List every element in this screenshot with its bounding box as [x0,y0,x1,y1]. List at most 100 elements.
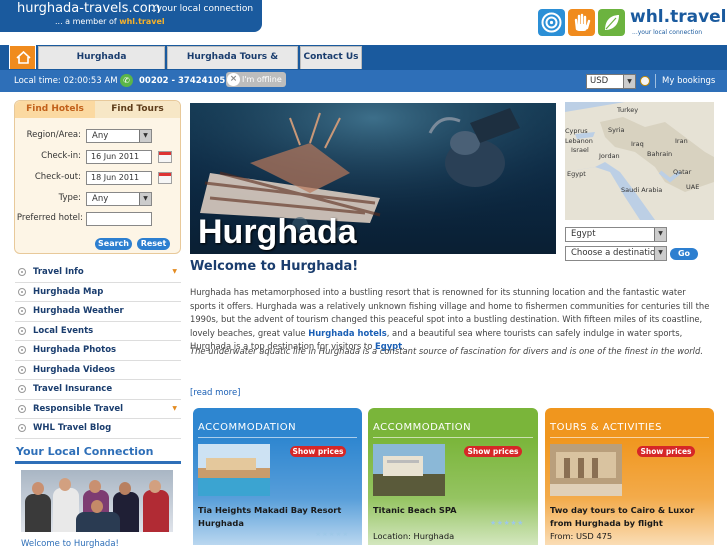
local-time: Local time: 02:00:53 AM [14,76,118,86]
info-bar: Local time: 02:00:53 AM ✆ 00202 - 374241… [0,70,727,92]
chevron-down-icon: ▼ [139,193,151,205]
bullet-icon [18,268,26,276]
dropdown-arrow-icon[interactable]: ▼ [172,263,177,281]
rating-stars: ★★★★★ [315,530,349,538]
clock-icon [640,76,650,86]
offline-label: I'm offline [242,75,282,84]
swirl-icon [538,9,565,36]
chat-offline-button[interactable]: × I'm offline [226,72,286,87]
sidebar-item-label: Local Events [33,325,94,336]
reset-button[interactable]: Reset [137,238,170,250]
tab-find-hotels[interactable]: Find Hotels [15,101,95,118]
leaf-icon [598,9,625,36]
site-name[interactable]: hurghada-travels.com [17,1,160,16]
card-title[interactable]: Two day tours to Cairo & Luxor from Hurg… [550,504,714,530]
sidebar-item-hurghada-weather[interactable]: Hurghada Weather [15,302,181,322]
close-icon: × [227,73,240,86]
map-label-iran[interactable]: Iran [675,137,688,145]
brand-name: whl.travel [630,7,727,27]
map-label-jordan[interactable]: Jordan [599,152,620,160]
tab-find-tours[interactable]: Find Tours [95,101,180,118]
checkout-label: Check-out: [34,172,81,182]
preferred-hotel-label: Preferred hotel: [16,213,83,223]
calendar-icon[interactable] [158,172,172,184]
map-label-uae[interactable]: UAE [686,183,699,191]
chevron-down-icon: ▼ [654,228,666,241]
resort-photo [198,444,270,496]
map-graphic [565,102,714,220]
sidebar-item-label: WHL Travel Blog [33,423,112,433]
my-bookings-link[interactable]: My bookings [662,76,715,86]
map-label-turkey[interactable]: Turkey [617,106,638,114]
header: hurghada-travels.com ...your local conne… [0,0,727,46]
hurghada-hotels-link[interactable]: Hurghada hotels [308,328,387,338]
divider [373,437,533,438]
calendar-icon[interactable] [158,151,172,163]
sidebar-item-travel-info[interactable]: Travel Info ▼ [15,263,181,283]
map-label-syria[interactable]: Syria [608,126,624,134]
show-prices-button[interactable]: Show prices [290,446,346,457]
map-label-qatar[interactable]: Qatar [673,168,691,176]
region-value: Any [92,131,109,141]
welcome-link[interactable]: Welcome to Hurghada! [21,539,119,549]
tab-tours-activities[interactable]: Hurghada Tours & Activities [167,46,298,83]
country-select[interactable]: Egypt ▼ [565,227,667,242]
sidebar-item-local-events[interactable]: Local Events [15,322,181,341]
type-select[interactable]: Any ▼ [86,192,152,206]
divider [550,437,709,438]
go-button[interactable]: Go [670,248,698,260]
tab-contact-us[interactable]: Contact Us [300,46,362,69]
preferred-hotel-input[interactable] [86,212,152,226]
card-title[interactable]: Tia Heights Makadi Bay Resort Hurghada [198,504,362,530]
dropdown-arrow-icon[interactable]: ▼ [172,400,177,418]
bullet-icon [18,365,26,374]
card-title[interactable]: Titanic Beach SPA [373,504,538,517]
bullet-icon [18,307,26,315]
read-more-link[interactable]: [read more] [190,388,241,398]
hotel-photo [373,444,445,496]
hero-banner: Hurghada [190,103,556,254]
home-icon [16,50,31,64]
sidebar-item-label: Hurghada Weather [33,306,124,316]
home-tab[interactable] [9,45,36,69]
bullet-icon [18,326,26,335]
sidebar-item-hurghada-videos[interactable]: Hurghada Videos [15,361,181,380]
sidebar-item-hurghada-map[interactable]: Hurghada Map [15,283,181,302]
map-label-iraq[interactable]: Iraq [631,140,644,148]
card-tours[interactable]: TOURS & ACTIVITIES Show prices Two day t… [545,408,714,545]
checkin-label: Check-in: [41,151,81,161]
map-label-cyprus[interactable]: Cyprus [565,127,588,135]
sidebar-item-label: Hurghada Map [33,286,104,297]
phone-icon: ✆ [120,74,133,87]
show-prices-button[interactable]: Show prices [637,446,695,457]
bullet-icon [18,346,26,354]
map-label-israel[interactable]: Israel [571,146,589,154]
map-label-bahrain[interactable]: Bahrain [647,150,672,158]
member-text: ... a member of whl.travel [55,17,165,26]
region-map[interactable]: Turkey Cyprus Syria Lebanon Israel Iraq Iran Jo… [565,102,714,220]
search-button[interactable]: Search [95,238,132,250]
chevron-down-icon: ▼ [654,247,666,260]
destination-select[interactable]: Choose a destination ▼ [565,246,667,261]
search-box: Find Hotels Find Tours Region/Area: Any ▼… [14,100,181,254]
sidebar-item-whl-travel-blog[interactable]: WHL Travel Blog [15,419,181,439]
divider [198,437,357,438]
map-label-egypt[interactable]: Egypt [567,170,586,178]
card-accommodation-1[interactable]: ACCOMMODATION Show prices Tia Heights Ma… [193,408,362,545]
sidebar-item-travel-insurance[interactable]: Travel Insurance [15,380,181,400]
tab-accommodation[interactable]: Hurghada Accommodation [38,46,165,83]
card-subtitle: Location: Hurghada [373,531,455,541]
site-logo[interactable]: hurghada-travels.com ...your local conne… [0,0,262,32]
show-prices-button[interactable]: Show prices [464,446,522,457]
currency-select[interactable]: USD ▼ [586,74,636,89]
map-label-saudi-arabia[interactable]: Saudi Arabia [621,186,662,194]
checkout-input[interactable]: 18 Jun 2011 [86,171,152,185]
sidebar-item-responsible-travel[interactable]: Responsible Travel ▼ [15,400,181,419]
sidebar-item-hurghada-photos[interactable]: Hurghada Photos [15,341,181,361]
team-photo [21,470,173,532]
card-accommodation-2[interactable]: ACCOMMODATION Show prices Titanic Beach … [368,408,538,545]
checkin-input[interactable]: 16 Jun 2011 [86,150,152,164]
region-select[interactable]: Any ▼ [86,129,152,143]
currency-value: USD [590,76,609,86]
map-label-lebanon[interactable]: Lebanon [565,137,593,145]
